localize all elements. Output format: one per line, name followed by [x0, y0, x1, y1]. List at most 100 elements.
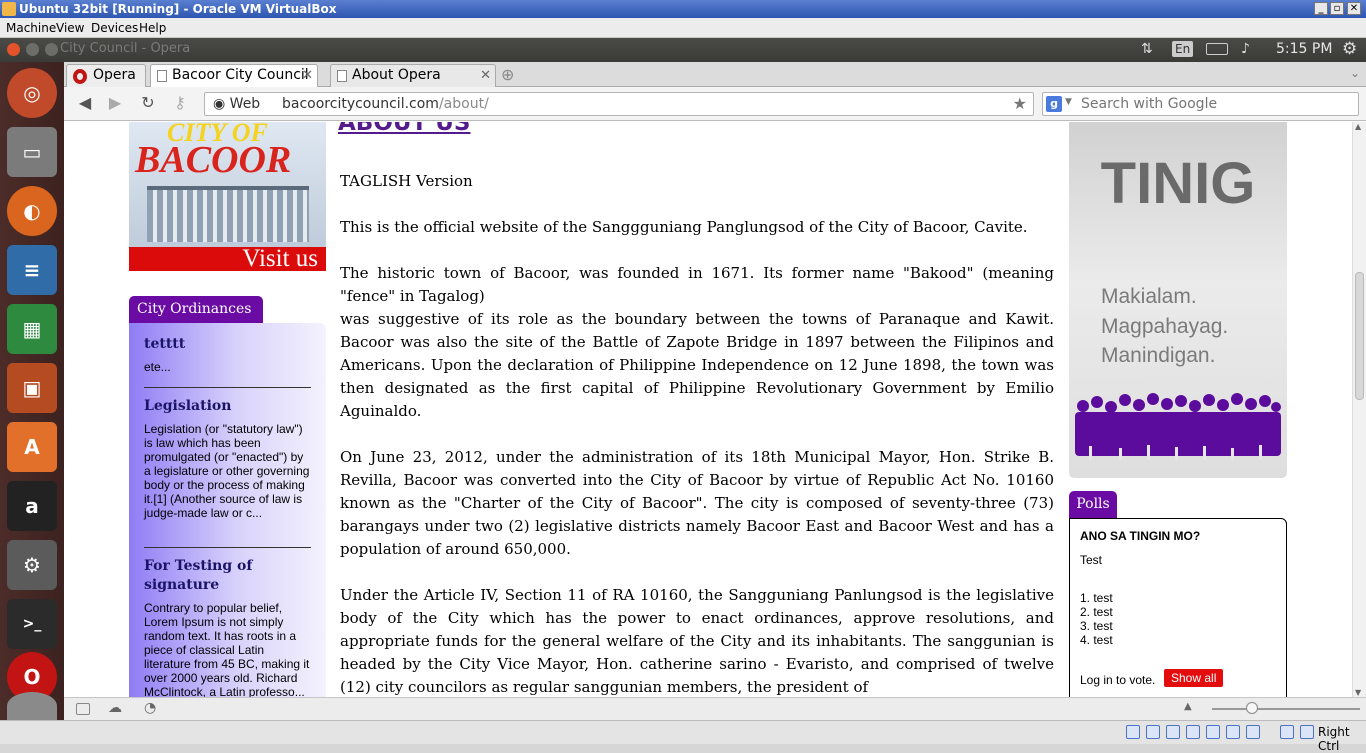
forward-icon[interactable]: ▶	[104, 93, 126, 113]
tab-bacoor-city-council[interactable]: Bacoor City Council ✕	[150, 64, 318, 88]
scroll-down-icon[interactable]: ▼	[1355, 688, 1361, 697]
city-ordinances-panel: tetttt ete... Legislation Legislation (o…	[129, 323, 326, 697]
opera-menu-button[interactable]: Opera	[66, 64, 146, 87]
menu-devices[interactable]: Devices	[91, 21, 138, 35]
reload-icon[interactable]: ↻	[137, 93, 159, 113]
panel-toggle-icon[interactable]	[76, 703, 90, 715]
zoom-slider-track[interactable]	[1212, 708, 1360, 710]
tab-label: About Opera	[352, 67, 441, 83]
address-bar[interactable]: ◉ Web bacoorcitycouncil.com/about/ ★	[204, 92, 1034, 116]
tab-close-icon[interactable]: ✕	[302, 65, 313, 86]
page-icon	[157, 70, 167, 82]
turbo-icon[interactable]: ◔	[144, 700, 156, 716]
system-gear-icon[interactable]: ⚙	[1342, 39, 1357, 59]
display-icon[interactable]	[1226, 725, 1240, 739]
divider	[144, 387, 311, 388]
tab-menu-icon[interactable]: ⌄	[1350, 66, 1360, 80]
shared-folders-icon[interactable]	[1206, 725, 1220, 739]
visit-us-label: Visit us	[242, 245, 318, 271]
disc-icon[interactable]	[7, 692, 57, 720]
writer-icon[interactable]: ≡	[7, 245, 57, 295]
video-capture-icon[interactable]	[1246, 725, 1260, 739]
hard-disk-icon[interactable]	[1126, 725, 1140, 739]
host-key-label: Right Ctrl	[1318, 725, 1350, 753]
url-host: bacoorcitycouncil.com	[282, 96, 439, 112]
mouse-integration-icon[interactable]	[1280, 725, 1294, 739]
virtualbox-menu-bar: Machine View Devices Help	[0, 18, 1366, 38]
poll-option: 3. test	[1080, 619, 1113, 633]
volume-icon[interactable]: ♪	[1241, 41, 1250, 57]
show-all-button[interactable]: Show all	[1164, 669, 1224, 687]
system-settings-icon[interactable]: ⚙	[7, 540, 57, 590]
ordinance-title-link[interactable]: tetttt	[144, 335, 312, 354]
window-title: Ubuntu 32bit [Running] - Oracle VM Virtu…	[19, 2, 337, 16]
network-icon[interactable]: ⇅	[1141, 41, 1153, 57]
close-button[interactable]: ✕	[1347, 2, 1361, 15]
tinig-banner[interactable]: TINIG Makialam. Magpahayag. Manindigan.	[1069, 122, 1287, 478]
ordinance-title-link[interactable]: Legislation	[144, 397, 312, 416]
url-text[interactable]: bacoorcitycouncil.com/about/	[282, 96, 489, 112]
ordinance-title-link[interactable]: For Testing of signature	[144, 557, 312, 595]
poll-question: ANO SA TINGIN MO?	[1080, 529, 1201, 543]
files-icon[interactable]: ▭	[7, 127, 57, 177]
optical-drive-icon[interactable]	[1146, 725, 1160, 739]
minimize-button[interactable]: _	[1314, 2, 1328, 15]
search-input[interactable]	[1081, 95, 1351, 113]
tab-about-opera[interactable]: About Opera ✕	[330, 64, 496, 87]
amazon-icon[interactable]: a	[7, 481, 57, 531]
terminal-icon[interactable]: >_	[7, 599, 57, 649]
window-maximize-icon[interactable]	[45, 43, 58, 56]
keyboard-capture-icon[interactable]	[1300, 725, 1314, 739]
new-tab-icon[interactable]: ⊕	[501, 65, 514, 84]
firefox-icon[interactable]: ◐	[7, 186, 57, 236]
virtualbox-icon	[2, 2, 16, 16]
ubuntu-dash-icon[interactable]: ◎	[7, 68, 57, 118]
article-paragraph: On June 23, 2012, under the administrati…	[340, 448, 1054, 558]
maximize-button[interactable]: ▫	[1330, 2, 1344, 15]
tinig-slogan-line: Makialam.	[1101, 285, 1197, 308]
zoom-slider-knob[interactable]	[1246, 702, 1258, 714]
scroll-up-icon[interactable]: ▲	[1355, 122, 1361, 131]
article-content: ABOUT US TAGLISH Version This is the off…	[338, 122, 1054, 697]
web-badge[interactable]: ◉ Web	[213, 96, 260, 112]
window-close-icon[interactable]	[7, 43, 20, 56]
vertical-scrollbar[interactable]: ▲ ▼	[1352, 122, 1366, 697]
bookmark-star-icon[interactable]: ★	[1013, 94, 1027, 113]
menu-view[interactable]: View	[56, 21, 84, 35]
ordinance-item: tetttt ete...	[144, 335, 312, 374]
clock[interactable]: 5:15 PM	[1276, 41, 1332, 57]
poll-option: 1. test	[1080, 591, 1113, 605]
opera-browser-window: Opera Bacoor City Council ✕ About Opera …	[64, 62, 1366, 720]
poll-description: Test	[1080, 553, 1103, 567]
back-icon[interactable]: ◀	[74, 93, 96, 113]
scrollbar-thumb[interactable]	[1355, 272, 1364, 400]
city-ordinances-heading: City Ordinances	[129, 296, 263, 323]
search-box[interactable]: g ▼	[1042, 92, 1359, 116]
ordinance-excerpt: Contrary to popular belief, Lorem Ipsum …	[144, 601, 310, 697]
google-icon[interactable]: g	[1046, 96, 1062, 112]
impress-icon[interactable]: ▣	[7, 363, 57, 413]
usb-icon[interactable]	[1166, 725, 1180, 739]
article-paragraph: The historic town of Bacoor, was founded…	[340, 264, 1054, 305]
menu-machine[interactable]: Machine	[6, 21, 56, 35]
ubuntu-launcher: ◎ ▭ ◐ ≡ ▦ ▣ A a ⚙ >_ O	[0, 62, 64, 720]
page-title[interactable]: ABOUT US	[338, 122, 471, 135]
city-of-bacoor-banner[interactable]: CITY OF BACOOR Visit us	[129, 122, 326, 271]
login-to-vote-link[interactable]: Log in to vote.	[1080, 673, 1155, 687]
keyboard-layout-indicator[interactable]: En	[1172, 41, 1194, 57]
calc-icon[interactable]: ▦	[7, 304, 57, 354]
virtualbox-title-bar: Ubuntu 32bit [Running] - Oracle VM Virtu…	[0, 0, 1366, 18]
view-icon[interactable]: ▲	[1184, 701, 1192, 712]
network-adapter-icon[interactable]	[1186, 725, 1200, 739]
tab-close-icon[interactable]: ✕	[480, 65, 491, 86]
search-engine-dropdown-icon[interactable]: ▼	[1065, 97, 1072, 107]
menu-help[interactable]: Help	[139, 21, 166, 35]
key-icon[interactable]: ⚷	[169, 93, 191, 113]
page-icon	[337, 70, 347, 82]
software-center-icon[interactable]: A	[7, 422, 57, 472]
opera-unite-icon[interactable]: ☁	[108, 700, 122, 716]
active-window-title: City Council - Opera	[60, 41, 191, 56]
window-minimize-icon[interactable]	[26, 43, 39, 56]
battery-icon[interactable]	[1206, 43, 1228, 55]
poll-options: 1. test 2. test 3. test 4. test	[1080, 591, 1113, 647]
